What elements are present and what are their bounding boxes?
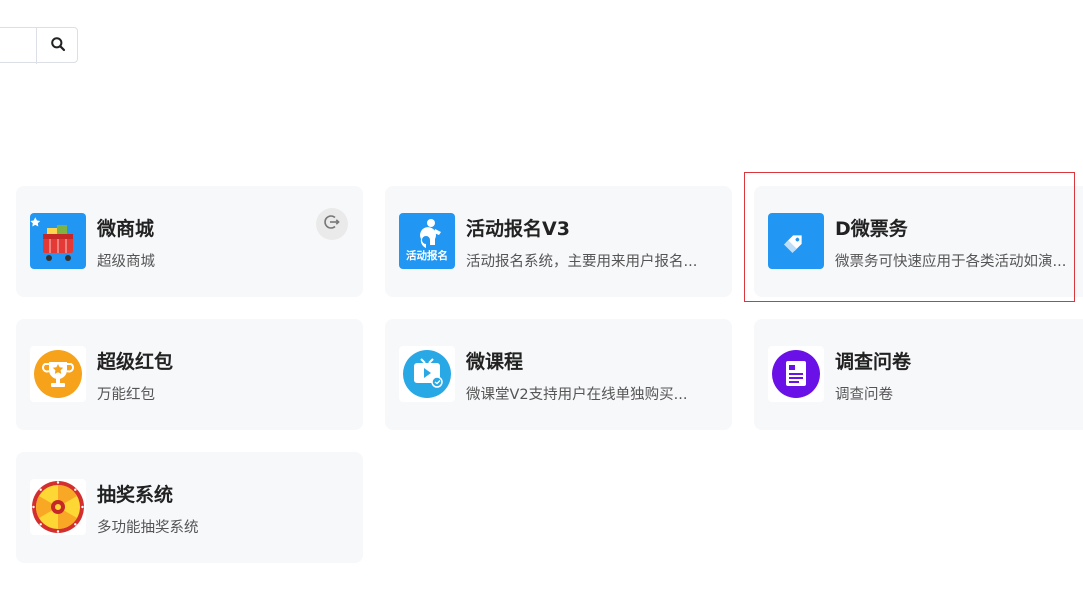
tv-course-icon xyxy=(399,346,455,402)
app-title: D微票务 xyxy=(835,218,908,240)
event-signup-icon: 活动报名 xyxy=(399,213,455,269)
lottery-wheel-icon xyxy=(30,479,86,535)
app-title: 超级红包 xyxy=(97,351,174,373)
shopping-cart-icon xyxy=(30,213,86,269)
trophy-icon xyxy=(30,346,86,402)
app-desc: 多功能抽奖系统 xyxy=(97,520,199,536)
app-desc: 活动报名系统，主要用来用户报名... xyxy=(466,254,698,270)
icon-caption: 活动报名 xyxy=(406,250,448,262)
app-card-red-packet[interactable]: 超级红包 万能红包 xyxy=(16,319,363,430)
app-card-course[interactable]: 微课程 微课堂V2支持用户在线单独购买... xyxy=(385,319,732,430)
exit-button[interactable] xyxy=(316,208,348,240)
app-card-event-signup[interactable]: 活动报名 活动报名V3 活动报名系统，主要用来用户报名... xyxy=(385,186,732,297)
survey-form-icon xyxy=(768,346,824,402)
app-desc: 万能红包 xyxy=(97,387,155,403)
search-icon xyxy=(50,36,66,56)
app-card-lottery[interactable]: 抽奖系统 多功能抽奖系统 xyxy=(16,452,363,563)
app-desc: 调查问卷 xyxy=(835,387,893,403)
search-button[interactable] xyxy=(36,28,79,64)
app-title: 微商城 xyxy=(97,218,155,240)
app-desc: 微票务可快速应用于各类活动如演... xyxy=(835,254,1067,270)
app-title: 抽奖系统 xyxy=(97,484,174,506)
app-title: 活动报名V3 xyxy=(466,218,570,240)
app-card-ticketing[interactable]: D微票务 微票务可快速应用于各类活动如演... xyxy=(754,186,1083,297)
app-desc: 超级商城 xyxy=(97,254,155,270)
app-card-survey[interactable]: 调查问卷 调查问卷 xyxy=(754,319,1083,430)
app-card-weishangcheng[interactable]: 微商城 超级商城 xyxy=(16,186,363,297)
search-field[interactable] xyxy=(0,28,39,64)
app-title: 调查问卷 xyxy=(835,351,912,373)
exit-icon xyxy=(323,213,341,235)
app-desc: 微课堂V2支持用户在线单独购买... xyxy=(466,387,688,403)
ticket-tag-icon xyxy=(768,213,824,269)
app-title: 微课程 xyxy=(466,351,524,373)
